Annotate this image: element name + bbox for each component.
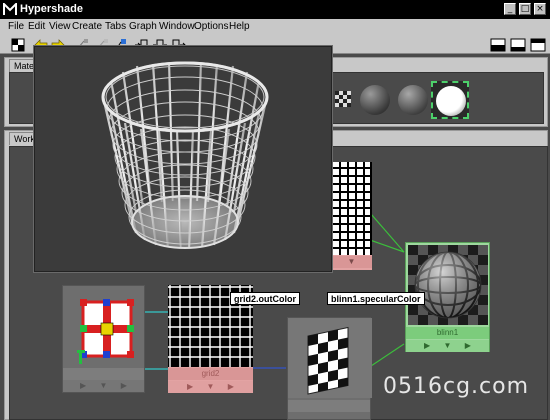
tooltip-blinn-specularcolor: blinn1.specularColor — [327, 292, 425, 305]
blinn1-swatch — [408, 245, 488, 325]
grid-texture-thumb — [331, 162, 372, 255]
grid2-label: grid2 — [168, 368, 253, 380]
checker-texture-thumb — [288, 318, 372, 398]
checker-node[interactable] — [287, 317, 372, 420]
wire-basket-render — [101, 61, 269, 249]
grid-node-upper[interactable]: ▼ — [331, 162, 372, 270]
tooltip-grid-outcolor: grid2.outColor — [230, 292, 300, 305]
grid-node-upper-expand[interactable]: ▼ — [331, 256, 372, 268]
checker-label-bar — [288, 400, 370, 412]
place2d-texture-icon — [77, 299, 134, 364]
connection-checker-to-blinn — [370, 343, 405, 367]
place2d-label-bar — [63, 368, 144, 380]
grid2-expand-arrow[interactable]: ▶ ▼ ▶ — [168, 381, 253, 393]
place2d-expand-arrow[interactable]: ▶ ▼ ▶ — [63, 380, 144, 392]
watermark-text: 0516cg.com — [383, 374, 530, 399]
blinn1-label: blinn1 — [406, 327, 489, 339]
place2d-texture-node[interactable]: ▶ ▼ ▶ — [62, 285, 145, 393]
render-preview-window — [34, 46, 332, 272]
blinn1-expand-arrow[interactable]: ▶ ▼ ▶ — [406, 340, 489, 352]
